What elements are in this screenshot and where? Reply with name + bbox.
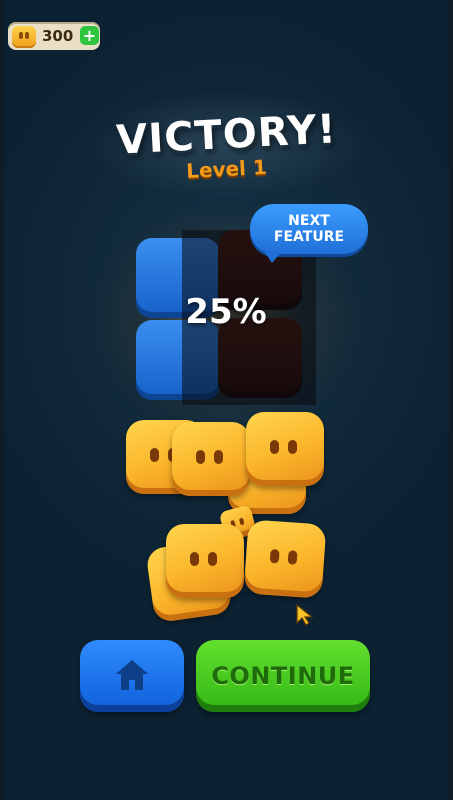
home-icon [116, 660, 148, 690]
next-feature-label: NEXT FEATURE [273, 213, 345, 245]
next-feature-badge: NEXT FEATURE [250, 204, 368, 263]
coin-reward [166, 524, 244, 598]
pointer-cursor-icon [296, 603, 314, 626]
feature-progress-block: 25% [136, 230, 316, 405]
continue-label: CONTINUE [211, 662, 355, 690]
game-screen: 300 + VICTORY! Level 1 25% NEXT FEATURE … [0, 0, 453, 800]
coin-reward [246, 412, 324, 486]
progress-percent: 25% [185, 292, 267, 332]
continue-button[interactable]: CONTINUE [196, 640, 370, 712]
add-coins-button[interactable]: + [80, 26, 99, 45]
coin-amount: 300 [42, 27, 74, 45]
coin-reward [172, 422, 250, 496]
coin-reward [243, 519, 327, 599]
left-edge [0, 0, 4, 800]
home-button[interactable] [80, 640, 184, 712]
coin-icon [12, 26, 36, 46]
coin-counter: 300 + [8, 22, 100, 50]
